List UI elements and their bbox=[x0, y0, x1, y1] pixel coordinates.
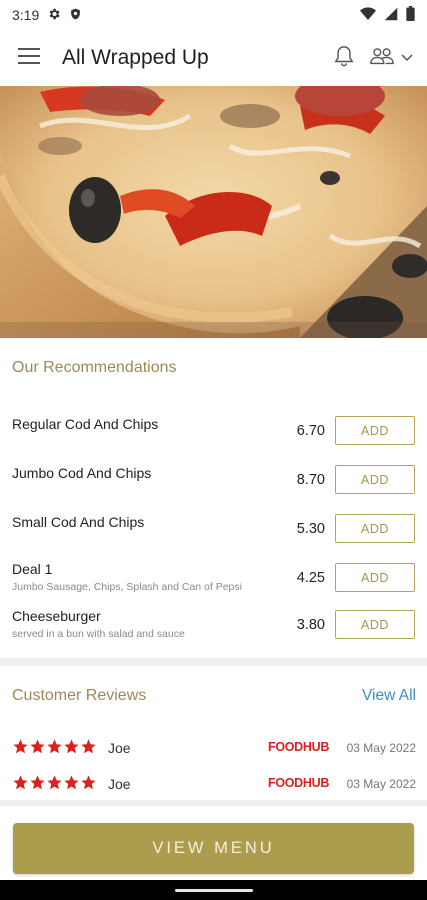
menu-item-price: 5.30 bbox=[296, 521, 325, 537]
menu-item: Regular Cod And Chips 6.70 ADD bbox=[0, 404, 427, 452]
review-row: Joe FOODHUB 03 May 2022 bbox=[0, 736, 427, 762]
menu-item-price: 6.70 bbox=[296, 423, 325, 439]
app-bar: All Wrapped Up bbox=[0, 30, 427, 86]
star-icon bbox=[63, 738, 80, 760]
menu-item-name: Small Cod And Chips bbox=[12, 514, 145, 530]
menu-item: Small Cod And Chips 5.30 ADD bbox=[0, 502, 427, 550]
add-to-cart-button[interactable]: ADD bbox=[335, 465, 415, 494]
chevron-down-icon bbox=[401, 49, 413, 67]
add-to-cart-button[interactable]: ADD bbox=[335, 563, 415, 592]
star-icon bbox=[46, 738, 63, 760]
add-to-cart-button[interactable]: ADD bbox=[335, 610, 415, 639]
menu-item: Jumbo Cod And Chips 8.70 ADD bbox=[0, 453, 427, 501]
recommendations-title: Our Recommendations bbox=[12, 359, 177, 376]
review-source-logo: FOODHUB bbox=[268, 740, 330, 754]
status-time: 3:19 bbox=[12, 7, 40, 23]
users-icon bbox=[369, 46, 395, 71]
section-divider bbox=[0, 658, 427, 666]
add-to-cart-button[interactable]: ADD bbox=[335, 514, 415, 543]
star-icon bbox=[46, 774, 63, 796]
menu-item: Deal 1 Jumbo Sausage, Chips, Splash and C… bbox=[0, 551, 427, 599]
shield-icon bbox=[69, 7, 82, 24]
notification-bell-icon[interactable] bbox=[333, 44, 355, 73]
menu-item-description: served in a bun with salad and sauce bbox=[12, 628, 185, 640]
battery-icon bbox=[406, 6, 415, 24]
cell-signal-icon bbox=[384, 7, 398, 24]
menu-item: Cheeseburger served in a bun with salad a… bbox=[0, 598, 427, 646]
star-icon bbox=[12, 738, 29, 760]
menu-item-price: 3.80 bbox=[296, 617, 325, 633]
menu-item-name: Jumbo Cod And Chips bbox=[12, 465, 152, 481]
star-icon bbox=[63, 774, 80, 796]
reviewer-name: Joe bbox=[108, 776, 131, 792]
wifi-icon bbox=[360, 6, 376, 24]
menu-item-description: Jumbo Sausage, Chips, Splash and Can of … bbox=[12, 581, 242, 593]
star-icon bbox=[80, 738, 97, 760]
menu-item-name: Cheeseburger bbox=[12, 608, 101, 624]
hamburger-menu-icon[interactable] bbox=[18, 47, 40, 70]
app-title: All Wrapped Up bbox=[62, 46, 209, 69]
status-bar: 3:19 bbox=[0, 0, 427, 30]
star-icon bbox=[80, 774, 97, 796]
star-rating bbox=[12, 774, 97, 796]
reviewer-name: Joe bbox=[108, 740, 131, 756]
account-menu[interactable] bbox=[369, 46, 413, 71]
settings-gear-icon bbox=[47, 7, 61, 24]
review-date: 03 May 2022 bbox=[346, 741, 416, 755]
star-rating bbox=[12, 738, 97, 760]
review-date: 03 May 2022 bbox=[346, 777, 416, 791]
menu-item-price: 8.70 bbox=[296, 472, 325, 488]
star-icon bbox=[12, 774, 29, 796]
bottom-action-area: VIEW MENU bbox=[0, 806, 427, 880]
review-row: Joe FOODHUB 03 May 2022 bbox=[0, 772, 427, 798]
review-source-logo: FOODHUB bbox=[268, 776, 330, 790]
hero-pizza-image bbox=[0, 86, 427, 338]
star-icon bbox=[29, 774, 46, 796]
view-menu-button[interactable]: VIEW MENU bbox=[13, 823, 414, 874]
reviews-title: Customer Reviews bbox=[12, 687, 147, 704]
menu-item-name: Deal 1 bbox=[12, 561, 53, 577]
home-gesture-handle[interactable] bbox=[175, 889, 253, 892]
menu-item-price: 4.25 bbox=[296, 570, 325, 586]
star-icon bbox=[29, 738, 46, 760]
add-to-cart-button[interactable]: ADD bbox=[335, 416, 415, 445]
system-navigation-bar bbox=[0, 880, 427, 900]
menu-item-name: Regular Cod And Chips bbox=[12, 416, 159, 432]
view-all-reviews-link[interactable]: View All bbox=[362, 687, 416, 705]
